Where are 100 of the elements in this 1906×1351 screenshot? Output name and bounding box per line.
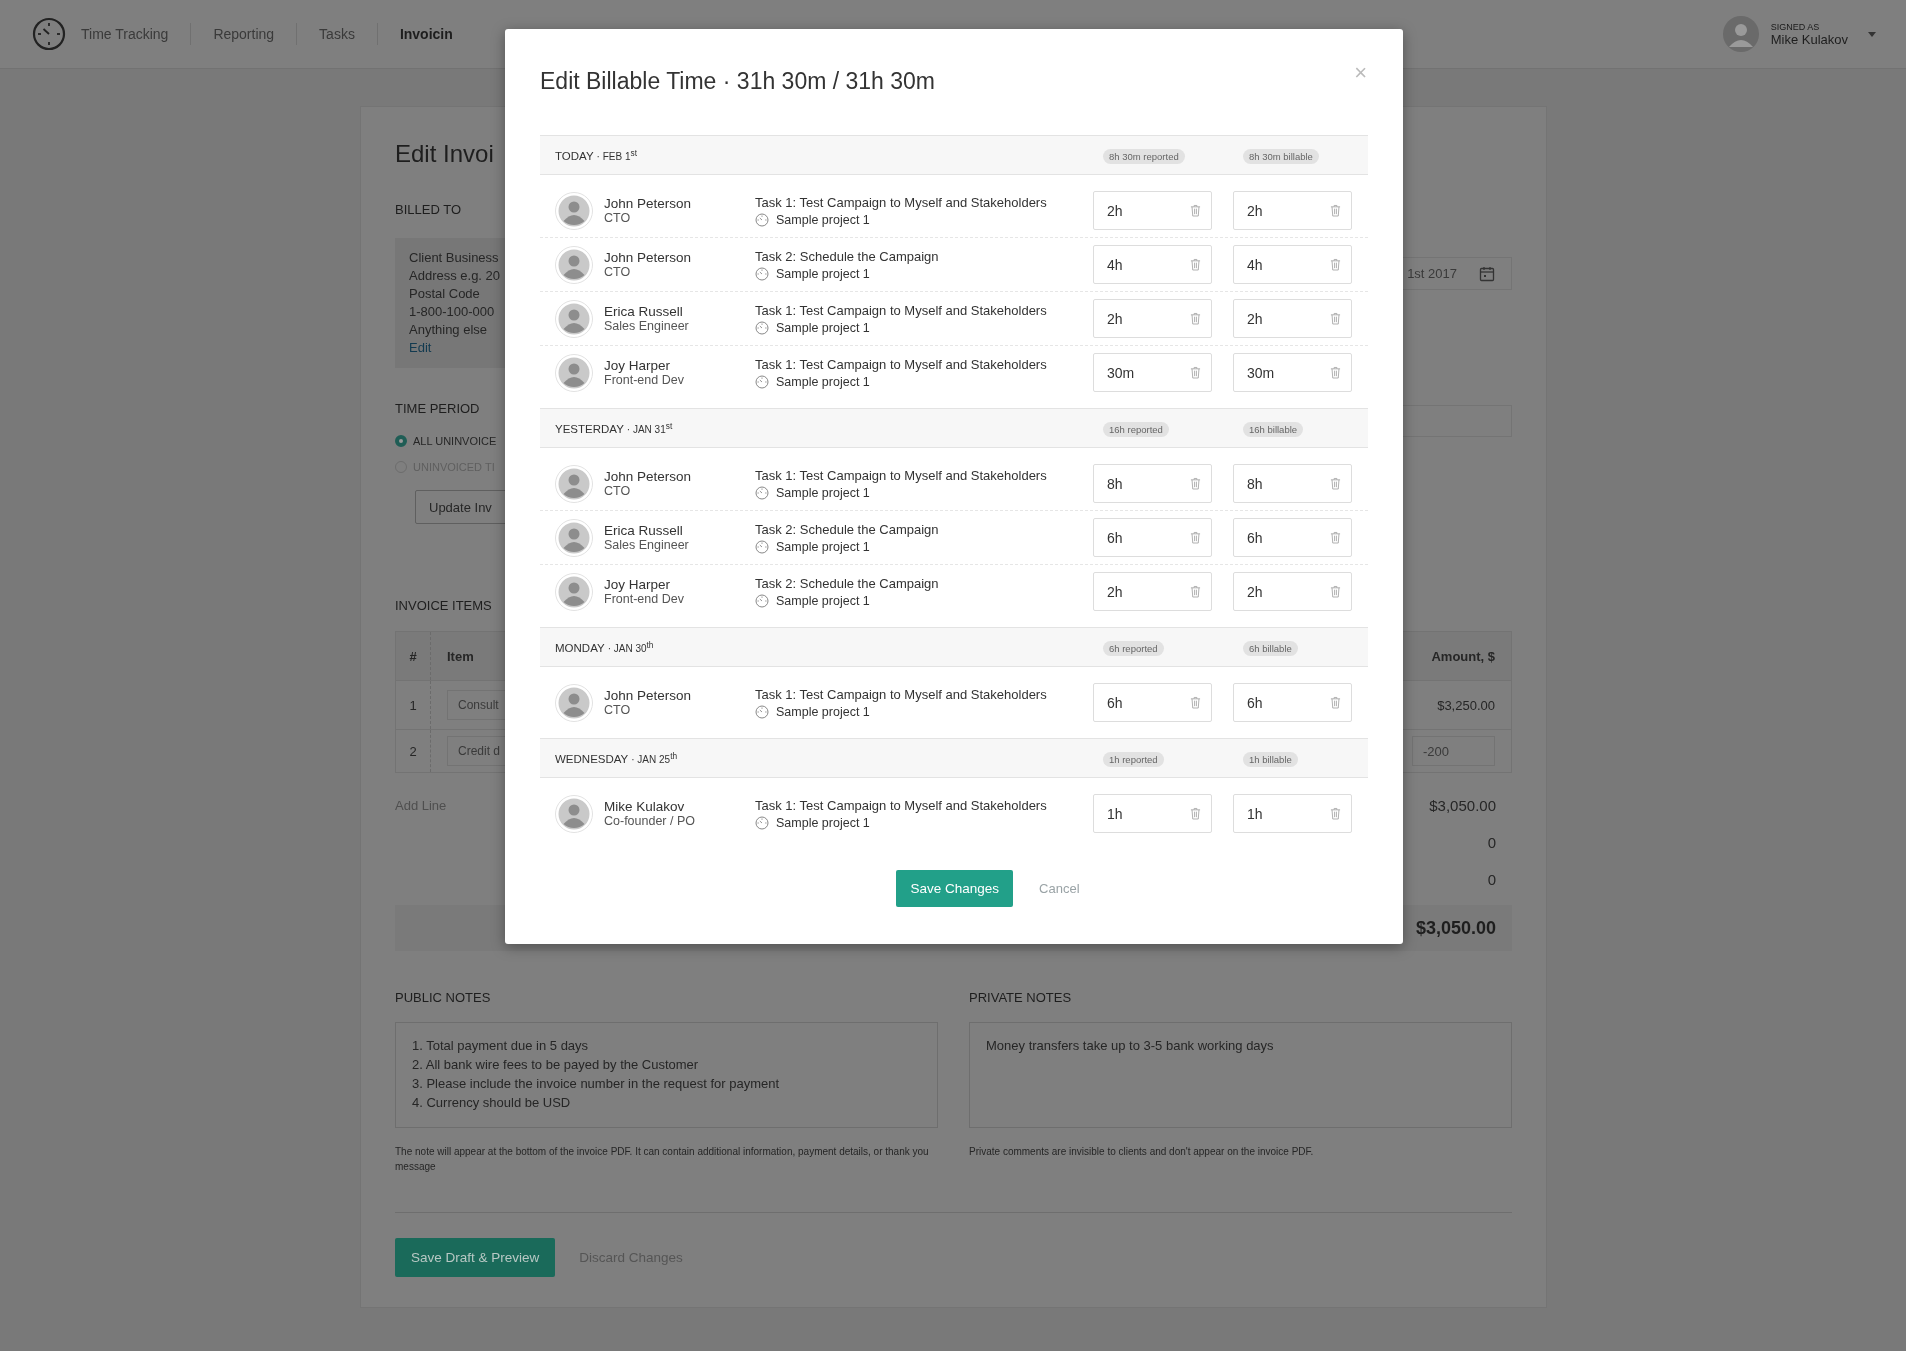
user-name[interactable]: Mike Kulakov [1770,31,1848,47]
column-header: Amount, $ [1430,648,1496,664]
person-name: Joy Harper [604,358,672,373]
billable-time-field[interactable]: 2h [1233,572,1352,611]
trash-icon[interactable] [1190,204,1201,217]
nav-tab[interactable]: Invoicin [399,26,475,42]
trash-icon[interactable] [1190,366,1201,379]
dial-icon [755,212,769,227]
reported-time-field[interactable]: 4h [1093,245,1212,284]
radio-label[interactable]: ALL UNINVOICE [413,435,497,447]
reported-time-field[interactable]: 8h [1093,464,1212,503]
person-role: Front-end Dev [604,373,684,387]
avatar [555,572,593,611]
dial-icon[interactable] [32,17,66,51]
section-heading: PRIVATE NOTES [969,990,1072,1006]
billable-time-field[interactable]: 4h [1233,245,1352,284]
trash-icon[interactable] [1190,477,1201,490]
project-name: Sample project 1 [776,704,870,719]
billable-time-field[interactable]: 6h [1233,518,1352,557]
dial-icon [755,815,769,830]
person-name: Erica Russell [604,523,684,538]
subtotal-value: 0 [1487,833,1496,853]
project-name: Sample project 1 [776,539,870,554]
day-label: MONDAY · JAN 30$^{th}$ [555,639,655,655]
section-heading: BILLED TO [395,202,461,218]
column-header: Item [447,648,474,664]
caret-icon[interactable] [1868,31,1876,37]
person-role: CTO [604,265,632,279]
person-role: Sales Engineer [604,319,689,333]
trash-icon[interactable] [1190,696,1201,709]
billable-time-field[interactable]: 1h [1233,794,1352,833]
avatar [555,683,593,722]
reported-time-field[interactable]: 30m [1093,353,1212,392]
task-name: Task 1: Test Campaign to Myself and Stakeholders [755,194,1048,210]
avatar [555,299,593,338]
amount-cell: $3,250.00 [1437,697,1495,713]
address-line: Client Business [409,249,499,267]
person-name: Joy Harper [604,577,672,592]
dial-icon [755,320,769,335]
person-role: CTO [604,484,632,498]
column-header: # [396,632,431,680]
reported-badge: 16h reported [1103,422,1169,437]
billable-time-field[interactable]: 8h [1233,464,1352,503]
task-name: Task 1: Test Campaign to Myself and Stakeholders [755,686,1048,702]
dial-icon [755,539,769,554]
billable-time-field[interactable]: 2h [1233,191,1352,230]
dial-icon [755,374,769,389]
trash-icon[interactable] [1190,312,1201,325]
project-name: Sample project 1 [776,320,870,335]
trash-icon[interactable] [1330,312,1341,325]
reported-time-field[interactable]: 6h [1093,683,1212,722]
trash-icon[interactable] [1330,477,1341,490]
section-heading: INVOICE ITEMS [395,598,492,614]
trash-icon[interactable] [1190,585,1201,598]
notes-field[interactable]: Money transfers take up to 3-5 bank working days [969,1022,1512,1128]
billable-badge: 8h 30m billable [1243,149,1319,164]
trash-icon[interactable] [1330,258,1341,271]
reported-time-field[interactable]: 2h [1093,191,1212,230]
reported-badge: 1h reported [1103,752,1164,767]
reported-badge: 8h 30m reported [1103,149,1185,164]
trash-icon[interactable] [1190,807,1201,820]
address-line: Address e.g. 20 [409,267,501,285]
modal-title: Edit Billable Time · 31h 30m / 31h 30m [540,67,936,95]
avatar[interactable] [1722,16,1759,52]
reported-time-field[interactable]: 6h [1093,518,1212,557]
person-name: John Peterson [604,469,692,484]
section-heading: PUBLIC NOTES [395,990,491,1006]
task-name: Task 1: Test Campaign to Myself and Stakeholders [755,797,1048,813]
billable-time-field[interactable]: 30m [1233,353,1352,392]
reported-time-field[interactable]: 1h [1093,794,1212,833]
trash-icon[interactable] [1330,204,1341,217]
trash-icon[interactable] [1330,807,1341,820]
trash-icon[interactable] [1330,531,1341,544]
dial-icon [755,704,769,719]
billable-time-field[interactable]: 2h [1233,299,1352,338]
trash-icon[interactable] [1190,258,1201,271]
subtotal-value: $3,050.00 [1429,796,1496,816]
day-label: WEDNESDAY · JAN 25$^{th}$ [555,750,679,766]
reported-time-field[interactable]: 2h [1093,572,1212,611]
trash-icon[interactable] [1190,531,1201,544]
billable-badge: 1h billable [1243,752,1298,767]
person-name: John Peterson [604,688,692,703]
billable-badge: 16h billable [1243,422,1304,437]
hint-text: The note will appear at the bottom of the invoice PDF. It can contain additional information, payment details, or thank you message [395,1145,930,1174]
calendar-icon[interactable] [1479,265,1495,282]
row-number: 1 [396,681,431,729]
project-name: Sample project 1 [776,593,870,608]
save-draft-button[interactable]: Save Draft & Preview [395,1238,556,1277]
notes-field[interactable]: 1. Total payment due in 5 days 2. All bank wire fees to be payed by the Customer 3. Please include the invoice number in the request for payment 4. Currency should be USD [395,1022,938,1128]
reported-time-field[interactable]: 2h [1093,299,1212,338]
dial-icon [755,593,769,608]
task-name: Task 1: Test Campaign to Myself and Stakeholders [755,467,1048,483]
billable-time-field[interactable]: 6h [1233,683,1352,722]
radio-button[interactable] [395,435,407,447]
avatar [555,353,593,392]
project-name: Sample project 1 [776,266,870,281]
trash-icon[interactable] [1330,366,1341,379]
trash-icon[interactable] [1330,585,1341,598]
trash-icon[interactable] [1330,696,1341,709]
reported-badge: 6h reported [1103,641,1164,656]
